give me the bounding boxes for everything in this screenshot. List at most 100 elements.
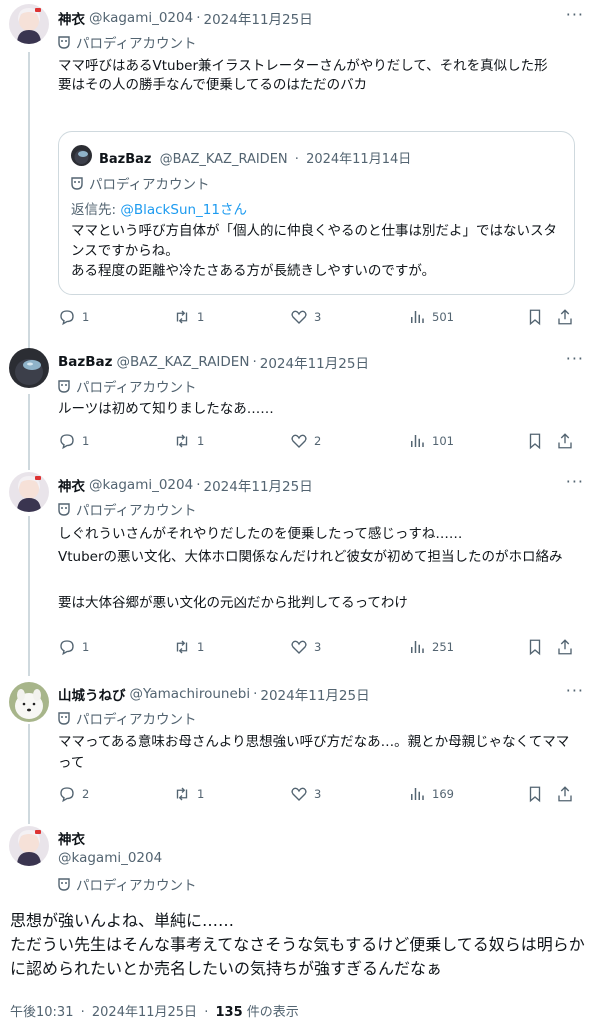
author-name[interactable]: 神衣 xyxy=(58,475,85,495)
separator: · xyxy=(253,686,258,702)
views-button[interactable]: 101 xyxy=(408,432,454,450)
parody-badge: パロディアカウント xyxy=(58,499,197,519)
avatar[interactable] xyxy=(9,4,49,44)
post-text: ルーツは初めて知りましたなあ…… xyxy=(58,401,274,417)
reply-icon xyxy=(60,310,74,326)
parody-badge: パロディアカウント xyxy=(58,32,197,52)
author-name[interactable]: 山城うねび xyxy=(58,684,126,704)
quoted-post[interactable]: BazBaz @BAZ_KAZ_RAIDEN · 2024年11月14日 パロデ… xyxy=(58,131,575,295)
avatar[interactable] xyxy=(9,472,49,512)
share-button[interactable] xyxy=(556,432,580,450)
reply-button[interactable]: 1 xyxy=(58,432,89,450)
views-button[interactable]: 169 xyxy=(408,785,454,803)
avatar[interactable] xyxy=(9,348,49,388)
repost-button[interactable]: 1 xyxy=(173,638,204,656)
repost-icon xyxy=(176,640,188,654)
like-button[interactable]: 3 xyxy=(290,638,321,656)
badge-label: パロディアカウント xyxy=(76,36,197,52)
avatar[interactable] xyxy=(71,145,92,166)
post-text: ママ呼びはあるVtuber兼イラストレーターさんがやりだして、それを真似した形 … xyxy=(58,58,548,93)
view-count: 101 xyxy=(432,434,454,448)
author-handle[interactable]: @kagami_0204 xyxy=(89,10,193,26)
reply-button[interactable]: 1 xyxy=(58,308,89,326)
reply-icon xyxy=(60,787,74,803)
like-icon xyxy=(291,640,307,654)
reply-prefix: 返信先: xyxy=(71,202,121,218)
post-3[interactable]: 神衣 @kagami_0204 · 2024年11月25日 ··· パロディアカ… xyxy=(0,464,602,676)
author-handle[interactable]: @kagami_0204 xyxy=(89,477,193,493)
reply-count: 1 xyxy=(82,434,90,448)
author-handle[interactable]: @BAZ_KAZ_RAIDEN xyxy=(160,152,288,167)
reply-button[interactable]: 2 xyxy=(58,785,89,803)
post-date[interactable]: 2024年11月25日 xyxy=(260,684,369,704)
reply-mention[interactable]: @BlackSun_11さん xyxy=(120,202,247,218)
more-icon[interactable]: ··· xyxy=(566,5,584,24)
bookmark-icon xyxy=(529,433,541,450)
bookmark-button[interactable] xyxy=(526,308,550,326)
badge-label: パロディアカウント xyxy=(76,878,197,894)
author-handle[interactable]: @BAZ_KAZ_RAIDEN xyxy=(117,354,250,370)
like-count: 2 xyxy=(314,434,322,448)
like-count: 3 xyxy=(314,310,322,324)
post-1[interactable]: 神衣 @kagami_0204 · 2024年11月25日 ··· パロディアカ… xyxy=(0,0,602,340)
reply-button[interactable]: 1 xyxy=(58,638,89,656)
avatar[interactable] xyxy=(9,826,49,866)
post-text: しぐれういさんがそれやりだしたのを便乗したって感じっすね…… Vtuberの悪い… xyxy=(58,526,563,611)
like-count: 3 xyxy=(314,640,322,654)
repost-button[interactable]: 1 xyxy=(173,432,204,450)
separator: · xyxy=(204,1005,209,1020)
post-date[interactable]: 2024年11月25日 xyxy=(204,8,313,28)
parody-badge: パロディアカウント xyxy=(71,173,210,193)
separator: · xyxy=(80,1005,85,1020)
post-date[interactable]: 2024年11月25日 xyxy=(260,352,369,372)
parody-mask-icon xyxy=(58,379,70,393)
repost-button[interactable]: 1 xyxy=(173,308,204,326)
views-button[interactable]: 251 xyxy=(408,638,454,656)
like-button[interactable]: 3 xyxy=(290,308,321,326)
like-button[interactable]: 3 xyxy=(290,785,321,803)
more-icon[interactable]: ··· xyxy=(566,681,584,700)
post-2[interactable]: BazBaz @BAZ_KAZ_RAIDEN · 2024年11月25日 ···… xyxy=(0,340,602,464)
post-date[interactable]: 2024年11月25日 xyxy=(204,475,313,495)
bookmark-button[interactable] xyxy=(526,432,550,450)
repost-count: 1 xyxy=(197,434,205,448)
bookmark-button[interactable] xyxy=(526,638,550,656)
views-button[interactable]: 501 xyxy=(408,308,454,326)
author-name[interactable]: 神衣 xyxy=(58,8,85,28)
repost-icon xyxy=(176,434,188,448)
author-handle[interactable]: @kagami_0204 xyxy=(58,850,162,866)
post-date[interactable]: 2024年11月25日 xyxy=(92,1005,197,1020)
separator: · xyxy=(294,152,299,167)
action-bar: 1 1 3 501 xyxy=(58,308,578,330)
parody-mask-icon xyxy=(71,176,83,190)
post-4[interactable]: 山城うねび @Yamachirounebi · 2024年11月25日 ··· … xyxy=(0,676,602,816)
share-icon xyxy=(558,433,572,449)
view-count: 501 xyxy=(432,310,454,324)
repost-button[interactable]: 1 xyxy=(173,785,204,803)
repost-icon xyxy=(176,787,188,801)
badge-label: パロディアカウント xyxy=(89,177,210,193)
action-bar: 1 1 3 251 xyxy=(58,638,578,660)
like-icon xyxy=(291,787,307,801)
views-icon xyxy=(411,311,424,323)
share-button[interactable] xyxy=(556,308,580,326)
share-button[interactable] xyxy=(556,638,580,656)
share-button[interactable] xyxy=(556,785,580,803)
author-name[interactable]: 神衣 xyxy=(58,828,85,848)
post-time[interactable]: 午後10:31 xyxy=(10,1005,73,1020)
author-name[interactable]: BazBaz xyxy=(99,152,152,167)
reply-icon xyxy=(60,640,74,656)
avatar[interactable] xyxy=(9,682,49,722)
view-count: 169 xyxy=(432,787,454,801)
share-icon xyxy=(558,786,572,802)
repost-icon xyxy=(176,310,188,324)
more-icon[interactable]: ··· xyxy=(566,349,584,368)
like-button[interactable]: 2 xyxy=(290,432,321,450)
author-name[interactable]: BazBaz xyxy=(58,354,113,370)
author-handle[interactable]: @Yamachirounebi xyxy=(130,686,251,702)
badge-label: パロディアカウント xyxy=(76,503,197,519)
more-icon[interactable]: ··· xyxy=(566,472,584,491)
post-date[interactable]: 2024年11月14日 xyxy=(306,152,411,167)
bookmark-button[interactable] xyxy=(526,785,550,803)
post-text: ママってある意味お母さんより思想強い呼び方だなあ…。親とか母親じゃなくてママって xyxy=(58,734,570,771)
